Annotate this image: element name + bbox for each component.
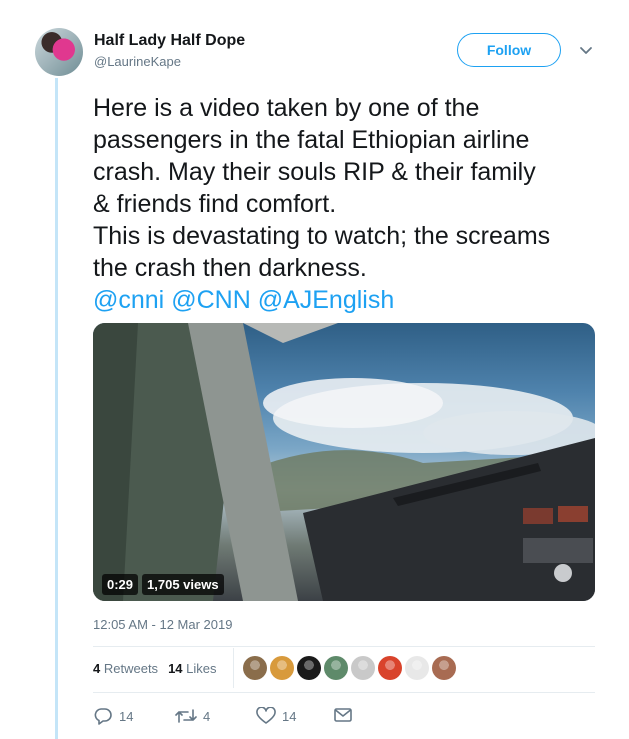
- follow-button[interactable]: Follow: [457, 33, 561, 67]
- mention-cnn[interactable]: @CNN: [171, 286, 251, 314]
- tweet-line: crash. May their souls RIP & their famil…: [93, 158, 536, 186]
- video-duration: 0:29: [102, 574, 139, 595]
- liker-avatar[interactable]: [351, 656, 375, 680]
- thread-line: [55, 78, 58, 739]
- likes-stat-label: Likes: [186, 661, 217, 676]
- author-name[interactable]: Half Lady Half Dope: [94, 32, 245, 50]
- mentions-line: @cnni @CNN @AJEnglish: [93, 284, 603, 316]
- reply-count: 14: [119, 708, 134, 724]
- tweet-stats: 4 Retweets 14 Likes: [93, 661, 217, 676]
- retweet-button[interactable]: 4: [175, 707, 210, 725]
- author-handle[interactable]: @LaurineKape: [94, 54, 181, 69]
- tweet-line: the crash then darkness.: [93, 254, 367, 282]
- retweet-count: 4: [203, 708, 211, 724]
- liker-avatar[interactable]: [432, 656, 456, 680]
- stats-separator: [233, 648, 234, 688]
- reply-button[interactable]: 14: [93, 707, 133, 725]
- envelope-icon: [333, 707, 353, 723]
- reply-icon: [93, 707, 113, 725]
- tweet-line: & friends find comfort.: [93, 190, 337, 218]
- video-frame: [93, 323, 595, 601]
- liker-avatar[interactable]: [405, 656, 429, 680]
- heart-icon: [256, 707, 276, 725]
- tweet-text: Here is a video taken by one of the pass…: [93, 92, 603, 316]
- video-badges: 0:29 1,705 views: [102, 574, 224, 595]
- mention-ajenglish[interactable]: @AJEnglish: [258, 286, 395, 314]
- tweet-line: This is devastating to watch; the scream…: [93, 222, 551, 250]
- chevron-down-icon[interactable]: [578, 44, 594, 58]
- tweet-line: Here is a video taken by one of the: [93, 94, 480, 122]
- tweet-timestamp[interactable]: 12:05 AM - 12 Mar 2019: [93, 617, 232, 632]
- retweets-stat[interactable]: 4 Retweets: [93, 661, 158, 676]
- retweets-stat-count: 4: [93, 661, 101, 676]
- tweet-line: passengers in the fatal Ethiopian airlin…: [93, 126, 530, 154]
- likes-stat[interactable]: 14 Likes: [168, 661, 216, 676]
- author-avatar[interactable]: [35, 28, 83, 76]
- like-button[interactable]: 14: [256, 707, 296, 725]
- like-count: 14: [282, 708, 297, 724]
- liker-avatar[interactable]: [297, 656, 321, 680]
- liker-avatar[interactable]: [243, 656, 267, 680]
- divider-bottom: [93, 692, 595, 693]
- divider-top: [93, 646, 595, 647]
- retweet-icon: [175, 707, 197, 725]
- liker-avatar[interactable]: [270, 656, 294, 680]
- video-player[interactable]: [93, 323, 595, 601]
- retweets-stat-label: Retweets: [103, 661, 159, 676]
- video-views: 1,705 views: [142, 574, 224, 595]
- likers-avatars: [243, 656, 456, 680]
- likes-stat-count: 14: [168, 661, 183, 676]
- liker-avatar[interactable]: [378, 656, 402, 680]
- liker-avatar[interactable]: [324, 656, 348, 680]
- direct-message-button[interactable]: [333, 707, 353, 723]
- mention-cnni[interactable]: @cnni: [93, 286, 164, 314]
